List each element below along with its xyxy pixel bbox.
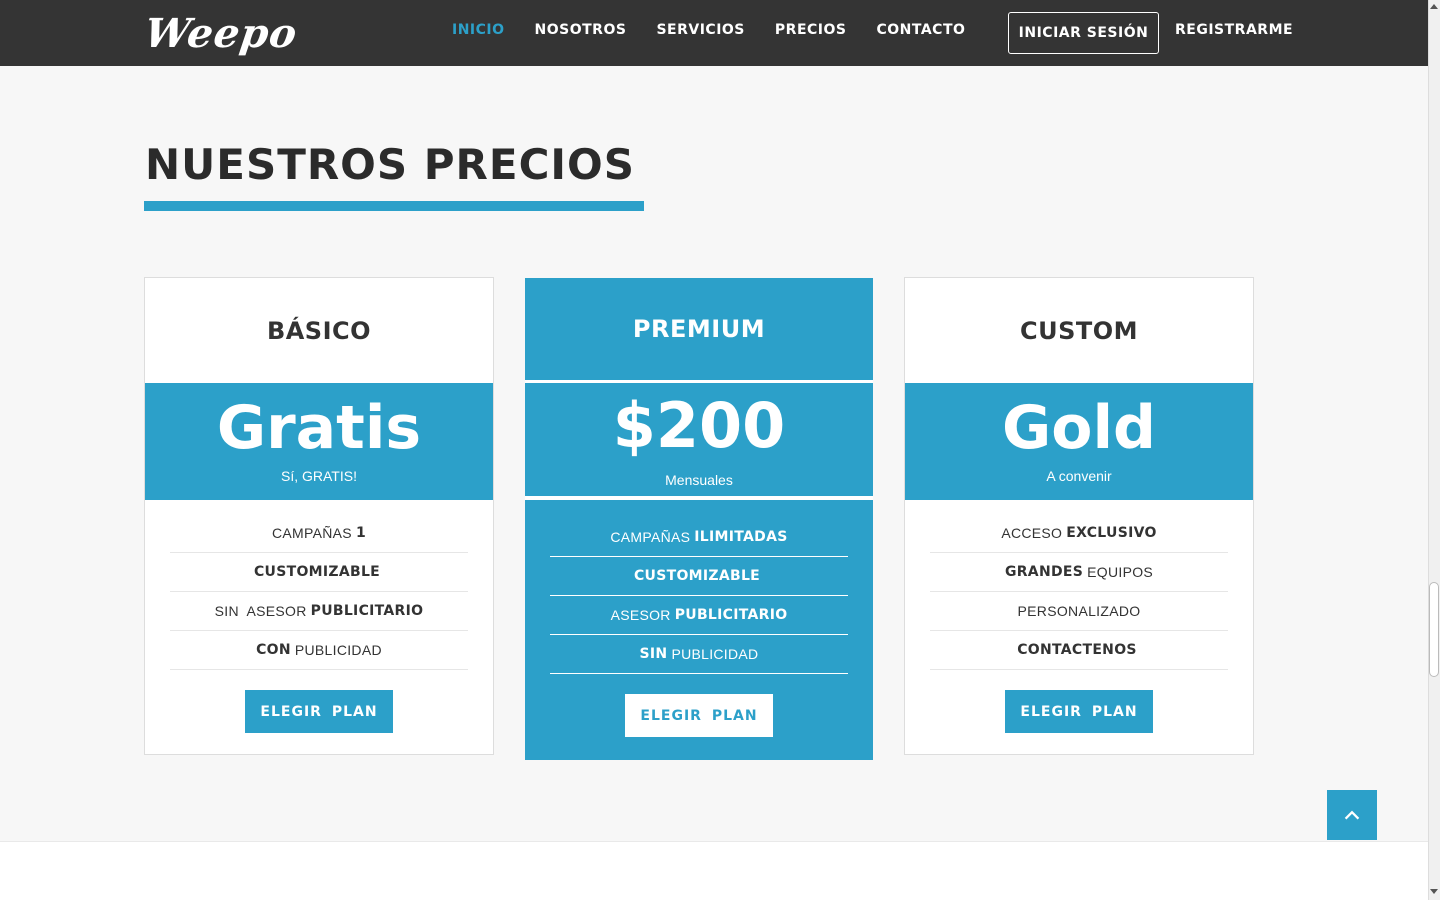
- nav-link-inicio[interactable]: INICIO: [452, 22, 505, 38]
- feature-item: CUSTOMIZABLE: [550, 557, 848, 596]
- feature-item: CAMPAÑAS ILIMITADAS: [550, 518, 848, 557]
- feature-item: ASESOR PUBLICITARIO: [550, 596, 848, 635]
- plan-price-sub: Mensuales: [665, 472, 733, 488]
- chevron-up-icon: [1344, 810, 1360, 820]
- scrollbar[interactable]: [1428, 0, 1440, 900]
- nav-links: INICIO NOSOTROS SERVICIOS PRECIOS CONTAC…: [452, 22, 965, 38]
- choose-plan-button-premium[interactable]: ELEGIR PLAN: [625, 694, 773, 737]
- plan-name: PREMIUM: [525, 278, 873, 383]
- feature-list: ACCESO EXCLUSIVO GRANDES EQUIPOS PERSONA…: [905, 500, 1253, 670]
- feature-list: CAMPAÑAS 1 CUSTOMIZABLE SIN ASESOR PUBLI…: [145, 500, 493, 670]
- page-title: NUESTROS PRECIOS: [145, 140, 635, 189]
- register-link[interactable]: REGISTRARME: [1175, 22, 1293, 38]
- next-section: [0, 841, 1428, 900]
- feature-item: SIN PUBLICIDAD: [550, 635, 848, 674]
- nav-link-servicios[interactable]: SERVICIOS: [656, 22, 744, 38]
- feature-item: GRANDES EQUIPOS: [930, 553, 1228, 592]
- navbar: Weepo INICIO NOSOTROS SERVICIOS PRECIOS …: [0, 0, 1428, 66]
- plan-name: BÁSICO: [266, 316, 372, 345]
- price-box: Gold A convenir: [905, 383, 1253, 500]
- scroll-thumb[interactable]: [1429, 582, 1439, 677]
- feature-item: CON PUBLICIDAD: [170, 631, 468, 670]
- feature-item: SIN ASESOR PUBLICITARIO: [170, 592, 468, 631]
- choose-plan-button-basic[interactable]: ELEGIR PLAN: [245, 690, 393, 733]
- nav-link-contacto[interactable]: CONTACTO: [876, 22, 965, 38]
- nav-link-nosotros[interactable]: NOSOTROS: [535, 22, 627, 38]
- pricing-card-custom: CUSTOM Gold A convenir ACCESO EXCLUSIVO …: [904, 277, 1254, 755]
- plan-name: CUSTOM: [1019, 316, 1139, 345]
- plan-price-sub: A convenir: [1046, 468, 1112, 484]
- feature-item: CAMPAÑAS 1: [170, 514, 468, 553]
- plan-price: $200: [612, 389, 786, 462]
- pricing-card-premium: PREMIUM $200 Mensuales CAMPAÑAS ILIMITAD…: [525, 278, 873, 760]
- feature-item: ACCESO EXCLUSIVO: [930, 514, 1228, 553]
- back-to-top-button[interactable]: [1327, 790, 1377, 840]
- choose-plan-button-custom[interactable]: ELEGIR PLAN: [1005, 690, 1153, 733]
- plan-price: Gratis: [216, 393, 422, 463]
- price-box: $200 Mensuales: [525, 383, 873, 500]
- login-button[interactable]: INICIAR SESIÓN: [1008, 12, 1159, 54]
- logo[interactable]: Weepo: [142, 10, 301, 57]
- feature-item: PERSONALIZADO: [930, 592, 1228, 631]
- plan-price: Gold: [1002, 393, 1156, 463]
- scroll-up-icon[interactable]: [1430, 4, 1438, 9]
- feature-item: CONTACTENOS: [930, 631, 1228, 670]
- scroll-down-icon[interactable]: [1430, 889, 1438, 894]
- title-underline: [144, 201, 644, 211]
- plan-price-sub: Sí, GRATIS!: [281, 468, 357, 484]
- pricing-card-basic: BÁSICO Gratis Sí, GRATIS! CAMPAÑAS 1 CUS…: [144, 277, 494, 755]
- feature-item: CUSTOMIZABLE: [170, 553, 468, 592]
- nav-link-precios[interactable]: PRECIOS: [775, 22, 847, 38]
- feature-list: CAMPAÑAS ILIMITADAS CUSTOMIZABLE ASESOR …: [525, 500, 873, 674]
- price-box: Gratis Sí, GRATIS!: [145, 383, 493, 500]
